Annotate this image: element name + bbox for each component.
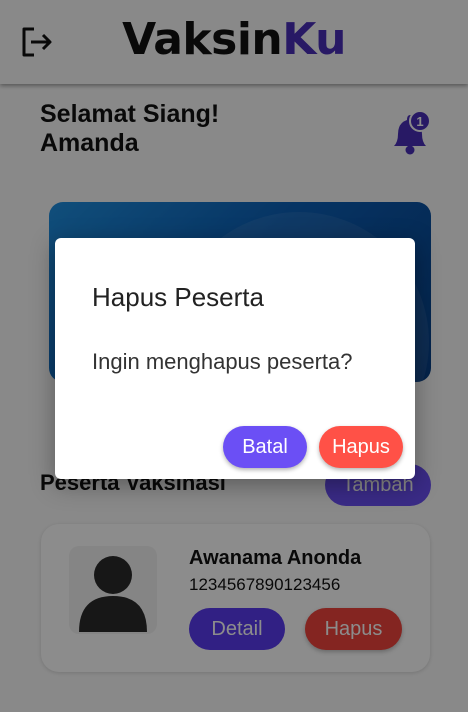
confirm-delete-button[interactable]: Hapus <box>319 426 403 468</box>
delete-confirm-dialog: Hapus Peserta Ingin menghapus peserta? B… <box>55 238 415 479</box>
dialog-message: Ingin menghapus peserta? <box>92 349 353 374</box>
cancel-button[interactable]: Batal <box>223 426 307 468</box>
dialog-title: Hapus Peserta <box>92 282 264 312</box>
